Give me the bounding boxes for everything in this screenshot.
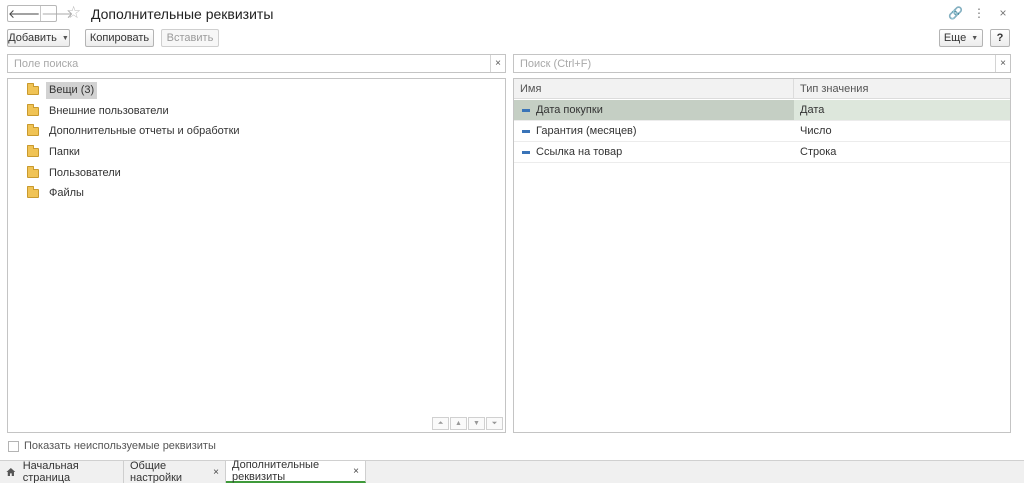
folder-icon	[27, 185, 39, 198]
name-cell: Ссылка на товар	[514, 142, 794, 162]
tree-item-things[interactable]: Вещи (3)	[27, 81, 98, 99]
tree-navigation: ⏶ ▲ ▼ ⏷	[431, 417, 503, 430]
tab-bar: Начальная страница Общие настройки × Доп…	[0, 459, 1024, 483]
tree-item-label: Пользователи	[49, 166, 121, 179]
value-type-cell: Строка	[800, 146, 837, 158]
tree-item-files[interactable]: Файлы	[27, 184, 87, 202]
tree-item-external-users[interactable]: Внешние пользователи	[27, 102, 172, 120]
paste-button[interactable]: Вставить	[161, 29, 219, 47]
property-icon	[522, 150, 530, 154]
move-up-icon[interactable]: ▲	[450, 417, 467, 430]
property-icon	[522, 129, 530, 133]
tree-item-additional-reports[interactable]: Дополнительные отчеты и обработки	[27, 122, 243, 140]
tab-additional-properties[interactable]: Дополнительные реквизиты ×	[226, 459, 366, 483]
move-first-icon[interactable]: ⏶	[432, 417, 449, 430]
value-type-cell: Дата	[794, 100, 1010, 120]
tab-general-settings[interactable]: Общие настройки ×	[124, 460, 226, 483]
add-button-label: Добавить	[8, 32, 57, 44]
folder-icon	[27, 82, 39, 95]
clear-search-icon[interactable]: ×	[995, 55, 1010, 72]
more-actions-icon[interactable]: ⋮	[972, 5, 986, 21]
link-icon[interactable]: 🔗	[948, 5, 963, 21]
tab-label: Начальная страница	[22, 460, 79, 483]
name-cell: Гарантия (месяцев)	[514, 121, 794, 141]
paste-button-label: Вставить	[166, 32, 214, 44]
close-window-icon[interactable]: ×	[996, 5, 1010, 21]
table-row[interactable]: Дата покупки Дата	[514, 100, 1010, 121]
tab-home[interactable]: Начальная страница	[0, 460, 124, 483]
tree-item-label: Внешние пользователи	[49, 104, 169, 117]
tree-item-label: Вещи (3)	[46, 81, 98, 99]
folder-icon	[27, 144, 39, 157]
more-button-label: Еще	[943, 32, 967, 44]
help-button[interactable]: ?	[990, 29, 1010, 47]
property-name: Ссылка на товар	[536, 146, 623, 158]
chevron-down-icon: ▼	[61, 34, 69, 42]
tree-item-label: Папки	[49, 145, 80, 158]
table-row[interactable]: Ссылка на товар Строка	[514, 142, 1010, 163]
title-bar: 🡐 🡒 ☆ Дополнительные реквизиты 🔗 ⋮ ×	[0, 0, 1024, 28]
properties-table: Имя Тип значения Дата покупки Дата Гаран…	[513, 78, 1011, 433]
property-name: Дата покупки	[536, 104, 603, 116]
copy-button-label: Копировать	[89, 32, 150, 44]
column-header-name[interactable]: Имя	[514, 79, 794, 99]
tree-item-folders[interactable]: Папки	[27, 143, 83, 161]
add-button[interactable]: Добавить ▼	[7, 29, 70, 47]
name-cell: Дата покупки	[514, 100, 794, 120]
show-unused-option[interactable]: Показать неиспользуемые реквизиты	[8, 440, 216, 452]
table-search-field: ×	[513, 54, 1011, 73]
column-header-value-type[interactable]: Тип значения	[794, 79, 1010, 99]
table-search-input[interactable]	[514, 55, 1010, 72]
navigation-buttons: 🡐 🡒	[7, 5, 73, 22]
back-button[interactable]: 🡐	[8, 6, 42, 21]
clear-search-icon[interactable]: ×	[490, 55, 505, 72]
folder-icon	[27, 165, 39, 178]
close-tab-icon[interactable]: ×	[213, 467, 219, 478]
move-down-icon[interactable]: ▼	[468, 417, 485, 430]
tab-label: Дополнительные реквизиты	[232, 459, 320, 483]
property-icon	[522, 108, 530, 112]
chevron-down-icon: ▼	[971, 34, 979, 42]
property-name: Гарантия (месяцев)	[536, 125, 637, 137]
window-controls: 🔗 ⋮ ×	[948, 5, 1010, 21]
folder-icon	[27, 103, 39, 116]
tree-search-input[interactable]	[8, 55, 505, 72]
show-unused-checkbox[interactable]	[8, 440, 19, 452]
more-button[interactable]: Еще ▼	[939, 29, 983, 47]
move-last-icon[interactable]: ⏷	[486, 417, 503, 430]
table-row[interactable]: Гарантия (месяцев) Число	[514, 121, 1010, 142]
close-tab-icon[interactable]: ×	[353, 466, 359, 477]
show-unused-label: Показать неиспользуемые реквизиты	[24, 440, 216, 452]
copy-button[interactable]: Копировать	[85, 29, 154, 47]
tree-search-field: ×	[7, 54, 506, 73]
tree-item-label: Файлы	[49, 186, 84, 199]
home-icon	[6, 468, 16, 476]
page-title: Дополнительные реквизиты	[91, 6, 274, 22]
help-button-label: ?	[996, 32, 1004, 44]
folder-icon	[27, 123, 39, 136]
favorite-star-icon[interactable]: ☆	[66, 3, 81, 23]
tree-item-label: Дополнительные отчеты и обработки	[49, 124, 240, 137]
sets-tree: Вещи (3) Внешние пользователи Дополнител…	[7, 78, 506, 433]
tree-item-users[interactable]: Пользователи	[27, 164, 124, 182]
table-header: Имя Тип значения	[514, 79, 1010, 99]
tab-label: Общие настройки	[130, 460, 183, 483]
value-type-cell: Число	[800, 125, 832, 137]
